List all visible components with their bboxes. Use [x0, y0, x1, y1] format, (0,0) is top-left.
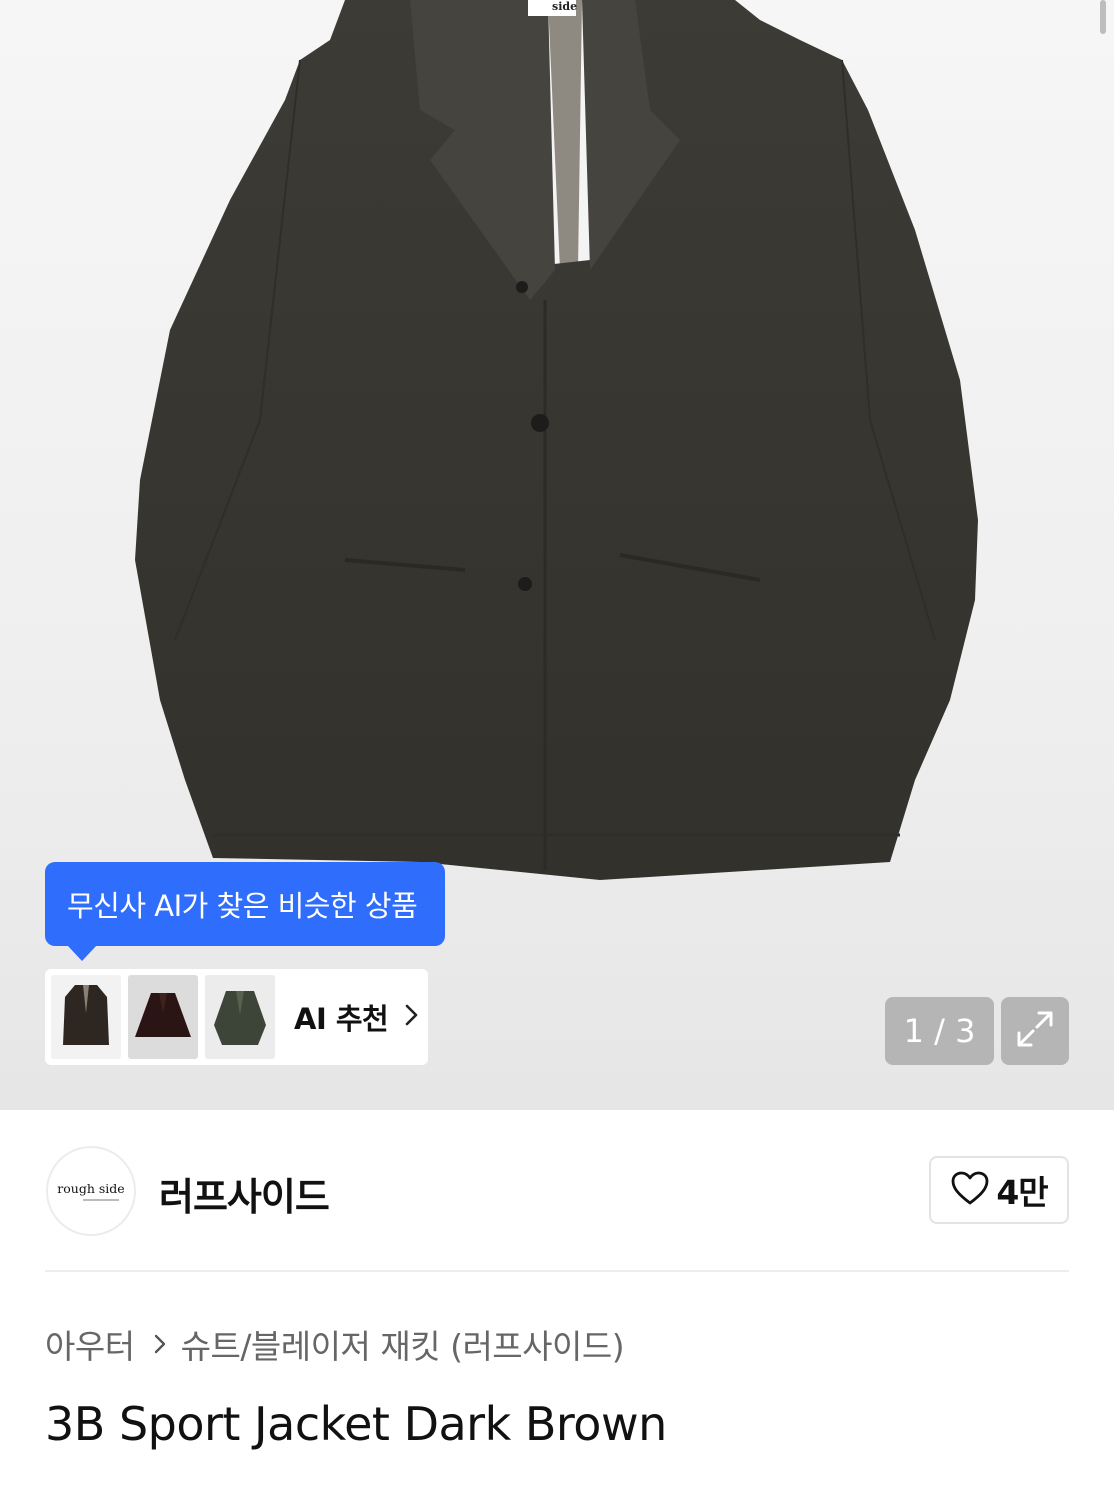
ai-recommend-thumb-3[interactable] [205, 975, 275, 1059]
breadcrumb: 아우터 슈트/블레이저 재킷 (러프사이드) [45, 1320, 625, 1368]
image-counter: 1 / 3 [885, 997, 994, 1065]
ai-recommend-card[interactable]: AI 추천 [45, 969, 428, 1065]
image-tag-text: side [552, 0, 578, 13]
product-title: 3B Sport Jacket Dark Brown [45, 1397, 667, 1451]
jacket-thumb-icon [135, 993, 191, 1037]
ai-similar-tooltip-text: 무신사 AI가 찾은 비슷한 상품 [67, 889, 418, 923]
breadcrumb-child[interactable]: 슈트/블레이저 재킷 (러프사이드) [181, 1320, 625, 1368]
brand-logo[interactable]: rough side [46, 1146, 136, 1236]
brand-name[interactable]: 러프사이드 [159, 1166, 330, 1221]
image-counter-text: 1 / 3 [903, 1012, 976, 1050]
like-button[interactable]: 4만 [929, 1156, 1069, 1224]
chevron-right-icon [404, 1003, 420, 1031]
ai-recommend-thumb-2[interactable] [128, 975, 198, 1059]
breadcrumb-parent[interactable]: 아우터 [45, 1320, 135, 1368]
chevron-right-icon [153, 1333, 167, 1355]
brand-logo-underline [83, 1199, 119, 1201]
ai-recommend-label: AI 추천 [294, 1002, 389, 1036]
scrollbar[interactable] [1100, 0, 1106, 34]
expand-image-button[interactable] [1001, 997, 1069, 1065]
expand-icon [1013, 1007, 1057, 1055]
ai-recommend-thumb-1[interactable] [51, 975, 121, 1059]
divider [45, 1270, 1069, 1272]
jacket-thumb-icon [214, 991, 266, 1045]
ai-similar-tooltip: 무신사 AI가 찾은 비슷한 상품 [45, 862, 445, 961]
product-image-gallery[interactable]: side 무신사 AI가 찾은 비슷한 상품 AI 추천 1 / 3 [0, 0, 1114, 1110]
brand-logo-text: rough side [57, 1181, 125, 1196]
heart-icon [950, 1170, 990, 1210]
like-count: 4만 [996, 1173, 1048, 1212]
jacket-thumb-icon [63, 985, 109, 1045]
